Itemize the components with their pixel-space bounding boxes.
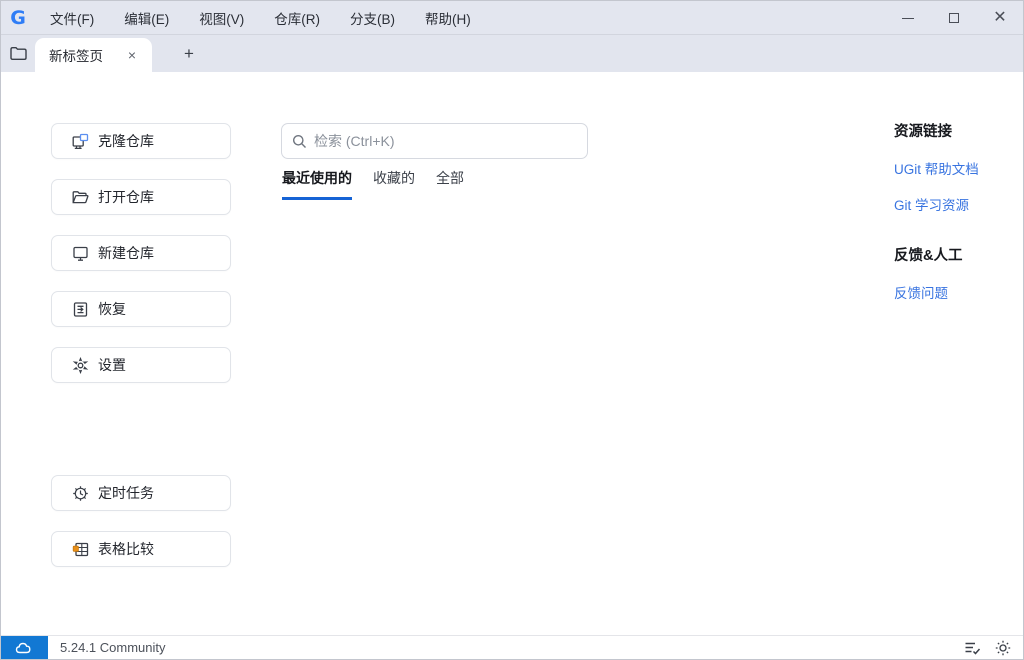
new-repo-button[interactable]: 新建仓库 <box>51 235 231 271</box>
task-list-icon[interactable] <box>964 641 981 655</box>
panel-gap <box>894 230 1014 244</box>
clone-repo-icon <box>72 133 89 149</box>
clone-repo-label: 克隆仓库 <box>98 133 154 149</box>
link-ugit-help-docs[interactable]: UGit 帮助文档 <box>894 158 1014 178</box>
settings-label: 设置 <box>98 357 126 373</box>
tab-recently-used[interactable]: 最近使用的 <box>282 168 352 200</box>
app-window: G 文件(F) 编辑(E) 视图(V) 仓库(R) 分支(B) 帮助(H) ✕ … <box>0 0 1024 660</box>
right-panel: 资源链接 UGit 帮助文档 Git 学习资源 反馈&人工 反馈问题 <box>894 120 1014 318</box>
table-compare-label: 表格比较 <box>98 541 154 557</box>
menu-help[interactable]: 帮助(H) <box>410 2 486 34</box>
cloud-sync-button[interactable] <box>1 636 48 659</box>
menu-file[interactable]: 文件(F) <box>35 2 109 34</box>
tab-all[interactable]: 全部 <box>436 168 464 200</box>
maximize-icon <box>949 13 959 23</box>
window-controls: ✕ <box>885 2 1023 34</box>
repo-list-button[interactable] <box>1 35 35 72</box>
version-label: 5.24.1 Community <box>60 640 166 655</box>
close-button[interactable]: ✕ <box>977 2 1023 34</box>
minimize-button[interactable] <box>885 2 931 34</box>
new-repo-icon <box>73 246 88 261</box>
search-input[interactable] <box>314 133 577 149</box>
link-feedback-issue[interactable]: 反馈问题 <box>894 282 1014 302</box>
tab-new-tab-page[interactable]: 新标签页 × <box>35 38 152 72</box>
repo-list-tabs: 最近使用的 收藏的 全部 <box>282 168 464 200</box>
tab-bar: 新标签页 × + <box>1 34 1023 72</box>
tab-label: 新标签页 <box>49 49 103 64</box>
feedback-heading: 反馈&人工 <box>894 248 963 264</box>
open-folder-icon <box>72 190 89 203</box>
sidebar-actions: 克隆仓库 打开仓库 新建仓库 恢复 设置 定时任务 表格比较 <box>51 123 231 587</box>
gear-icon <box>72 356 89 374</box>
search-icon <box>293 134 306 148</box>
open-repo-button[interactable]: 打开仓库 <box>51 179 231 215</box>
minimize-icon <box>902 17 914 19</box>
title-bar: G 文件(F) 编辑(E) 视图(V) 仓库(R) 分支(B) 帮助(H) ✕ <box>1 1 1023 34</box>
open-repo-label: 打开仓库 <box>98 189 154 205</box>
menu-edit[interactable]: 编辑(E) <box>109 2 184 34</box>
search-box <box>281 123 588 159</box>
menu-repo[interactable]: 仓库(R) <box>259 2 335 34</box>
table-compare-icon <box>72 542 89 556</box>
menu-branch[interactable]: 分支(B) <box>335 2 410 34</box>
folder-icon <box>9 47 27 60</box>
status-bar: 5.24.1 Community <box>1 635 1023 659</box>
new-tab-button[interactable]: + <box>174 40 204 68</box>
tab-close-icon[interactable]: × <box>122 45 142 65</box>
theme-light-icon[interactable] <box>995 640 1011 656</box>
resources-heading: 资源链接 <box>894 124 952 140</box>
status-icons <box>964 640 1023 656</box>
restore-button[interactable]: 恢复 <box>51 291 231 327</box>
link-git-learning[interactable]: Git 学习资源 <box>894 194 1014 214</box>
scheduled-task-button[interactable]: 定时任务 <box>51 475 231 511</box>
scheduled-task-icon <box>73 485 88 501</box>
new-repo-label: 新建仓库 <box>98 245 154 261</box>
scheduled-task-label: 定时任务 <box>98 485 154 501</box>
maximize-button[interactable] <box>931 2 977 34</box>
settings-button[interactable]: 设置 <box>51 347 231 383</box>
restore-icon <box>73 301 88 317</box>
app-logo-icon: G <box>10 6 26 29</box>
clone-repo-button[interactable]: 克隆仓库 <box>51 123 231 159</box>
menu-view[interactable]: 视图(V) <box>184 2 259 34</box>
main-content: 克隆仓库 打开仓库 新建仓库 恢复 设置 定时任务 表格比较 检索 (Ctrl+… <box>1 72 1023 637</box>
table-compare-button[interactable]: 表格比较 <box>51 531 231 567</box>
cloud-icon <box>15 642 31 654</box>
menu-bar: 文件(F) 编辑(E) 视图(V) 仓库(R) 分支(B) 帮助(H) <box>35 2 486 34</box>
tab-favorites[interactable]: 收藏的 <box>373 168 415 200</box>
close-icon: ✕ <box>993 9 1007 26</box>
restore-label: 恢复 <box>98 301 126 317</box>
